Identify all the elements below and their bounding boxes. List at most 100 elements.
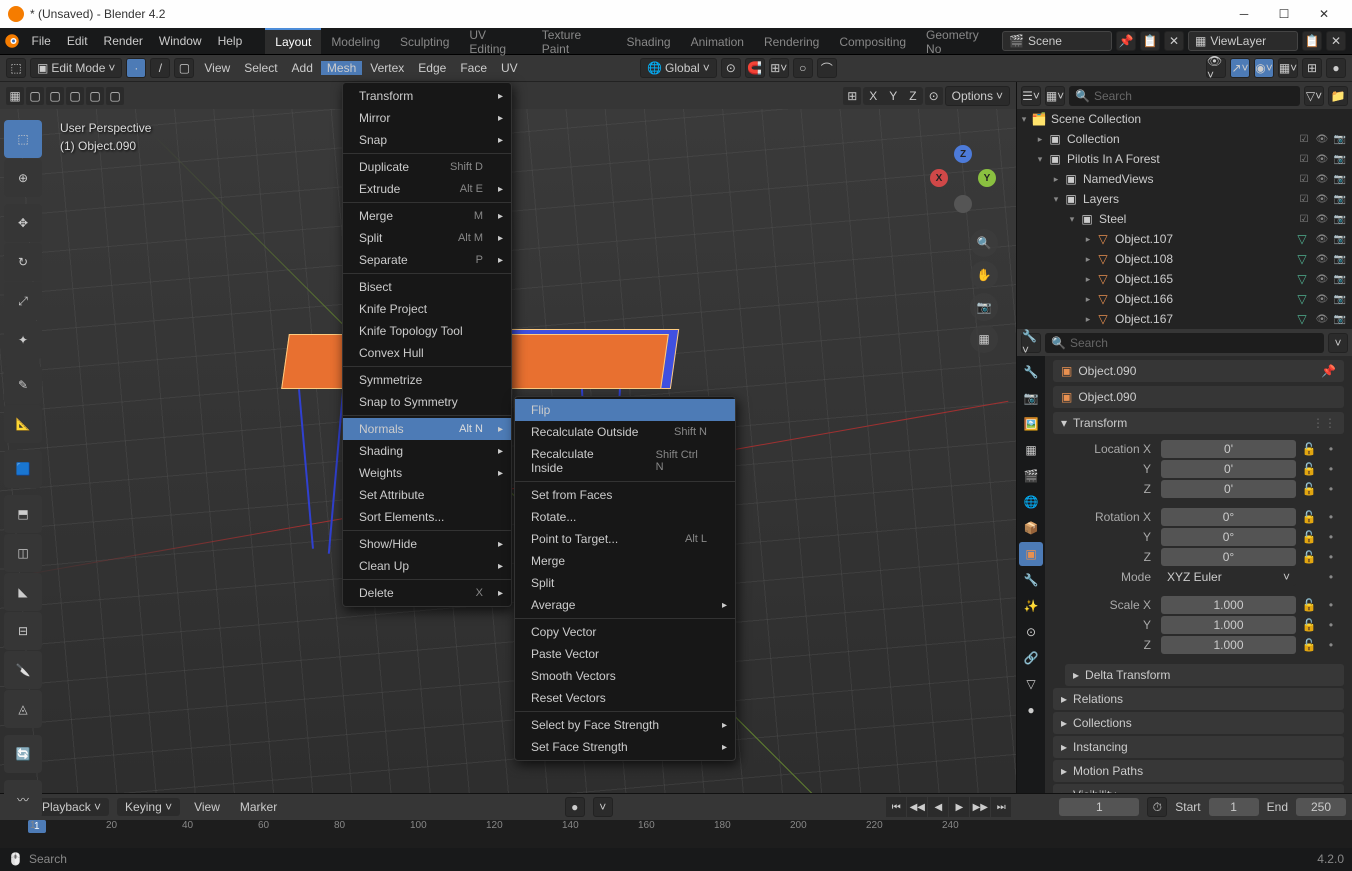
new-collection-icon[interactable]: 📁 xyxy=(1328,86,1348,106)
panel-motion-paths[interactable]: ▸ Motion Paths xyxy=(1053,760,1344,782)
tab-texture-paint[interactable]: Texture Paint xyxy=(532,28,617,54)
editor-type-icon[interactable]: ⬚ xyxy=(6,58,26,78)
overlay-icon[interactable]: ◉˅ xyxy=(1254,58,1274,78)
tab-compositing[interactable]: Compositing xyxy=(829,28,916,54)
pivot-icon[interactable]: ⊙ xyxy=(721,58,741,78)
lock-icon[interactable]: 🔓 xyxy=(1300,482,1318,496)
timeline-marker-menu[interactable]: Marker xyxy=(234,800,283,814)
add-cube-tool[interactable]: 🟦 xyxy=(4,450,42,488)
location-y-field[interactable]: 0' xyxy=(1161,460,1296,478)
disable-icon[interactable]: 📷 xyxy=(1332,191,1348,207)
object-name-field[interactable]: ▣ Object.090 xyxy=(1053,386,1344,408)
menu-item-recalculate-outside[interactable]: Recalculate OutsideShift N xyxy=(515,421,735,443)
extrude-tool[interactable]: ⬒ xyxy=(4,495,42,533)
menu-render[interactable]: Render xyxy=(96,28,151,54)
menu-item-bisect[interactable]: Bisect xyxy=(343,276,511,298)
disable-icon[interactable]: 📷 xyxy=(1332,311,1348,327)
options-dropdown[interactable]: Options ˅ xyxy=(945,86,1010,106)
gizmo-x[interactable]: X xyxy=(930,169,948,187)
transform-panel-header[interactable]: ▾ Transform ⋮⋮ xyxy=(1053,412,1344,434)
menu-item-copy-vector[interactable]: Copy Vector xyxy=(515,621,735,643)
exclude-icon[interactable]: ☑ xyxy=(1296,191,1312,207)
disable-icon[interactable]: 📷 xyxy=(1332,171,1348,187)
menu-help[interactable]: Help xyxy=(210,28,251,54)
tab-animation[interactable]: Animation xyxy=(681,28,754,54)
menu-item-snap[interactable]: Snap xyxy=(343,129,511,151)
outliner-search[interactable]: 🔍 Search xyxy=(1069,86,1300,106)
render-tab[interactable]: 📷 xyxy=(1019,386,1043,410)
physics-tab[interactable]: ⊙ xyxy=(1019,620,1043,644)
hide-icon[interactable]: 👁 xyxy=(1314,311,1330,327)
menu-item-symmetrize[interactable]: Symmetrize xyxy=(343,369,511,391)
tool-tab[interactable]: 🔧 xyxy=(1019,360,1043,384)
props-opts-icon[interactable]: ˅ xyxy=(1328,333,1348,353)
lock-icon[interactable]: 🔓 xyxy=(1300,618,1318,632)
menu-item-set-from-faces[interactable]: Set from Faces xyxy=(515,484,735,506)
minimize-button[interactable]: ─ xyxy=(1224,0,1264,28)
rotation-x-field[interactable]: 0° xyxy=(1161,508,1296,526)
panel-collections[interactable]: ▸ Collections xyxy=(1053,712,1344,734)
mode-selector[interactable]: ▣ Edit Mode ˅ xyxy=(30,58,122,78)
view-layer-selector[interactable]: ▦ ViewLayer xyxy=(1188,31,1298,51)
object-tab[interactable]: ▣ xyxy=(1019,542,1043,566)
scale-y-field[interactable]: 1.000 xyxy=(1161,616,1296,634)
new-layer-icon[interactable]: 📋 xyxy=(1302,31,1322,51)
tab-uv-editing[interactable]: UV Editing xyxy=(459,28,531,54)
exclude-icon[interactable]: ☑ xyxy=(1296,131,1312,147)
gizmo-z[interactable]: Z xyxy=(954,145,972,163)
sel-5-icon[interactable]: ▢ xyxy=(106,87,124,105)
tab-shading[interactable]: Shading xyxy=(617,28,681,54)
hide-icon[interactable]: 👁 xyxy=(1314,131,1330,147)
scale-tool[interactable]: ⤢ xyxy=(4,282,42,320)
current-frame-field[interactable]: 1 xyxy=(1059,798,1139,816)
lock-icon[interactable]: 🔓 xyxy=(1300,462,1318,476)
maximize-button[interactable]: ☐ xyxy=(1264,0,1304,28)
disable-icon[interactable]: 📷 xyxy=(1332,131,1348,147)
object-breadcrumb[interactable]: ▣ Object.090 📌 xyxy=(1053,360,1344,382)
menu-item-show-hide[interactable]: Show/Hide xyxy=(343,533,511,555)
lock-icon[interactable]: 🔓 xyxy=(1300,442,1318,456)
particle-tab[interactable]: ✨ xyxy=(1019,594,1043,618)
exclude-icon[interactable]: ☑ xyxy=(1296,151,1312,167)
menu-item-rotate---[interactable]: Rotate... xyxy=(515,506,735,528)
visibility-icon[interactable]: 👁˅ xyxy=(1206,58,1226,78)
tab-geometry-no[interactable]: Geometry No xyxy=(916,28,1002,54)
scale-x-field[interactable]: 1.000 xyxy=(1161,596,1296,614)
outliner-tree[interactable]: ▾ 🗂️ Scene Collection ▸▣Collection☑👁📷▾▣P… xyxy=(1017,109,1352,329)
gizmo-y[interactable]: Y xyxy=(978,169,996,187)
sel-3-icon[interactable]: ▢ xyxy=(66,87,84,105)
menu-item-flip[interactable]: Flip xyxy=(515,399,735,421)
tree-item[interactable]: ▸▣NamedViews☑👁📷 xyxy=(1017,169,1352,189)
props-search[interactable]: 🔍 Search xyxy=(1045,333,1324,353)
face-select-icon[interactable]: ▢ xyxy=(174,58,194,78)
editor-menu-face[interactable]: Face xyxy=(454,61,493,75)
select-box-tool[interactable]: ⬚ xyxy=(4,120,42,158)
proportional-opts-icon[interactable]: ⌒ xyxy=(817,58,837,78)
editor-menu-vertex[interactable]: Vertex xyxy=(364,61,410,75)
measure-tool[interactable]: 📐 xyxy=(4,405,42,443)
panel-instancing[interactable]: ▸ Instancing xyxy=(1053,736,1344,758)
panel-relations[interactable]: ▸ Relations xyxy=(1053,688,1344,710)
move-tool[interactable]: ✥ xyxy=(4,204,42,242)
orientation-selector[interactable]: 🌐 Global ˅ xyxy=(640,58,717,78)
menu-item-weights[interactable]: Weights xyxy=(343,462,511,484)
disable-icon[interactable]: 📷 xyxy=(1332,271,1348,287)
play-reverse-icon[interactable]: ◀ xyxy=(928,797,948,817)
data-tab[interactable]: ▽ xyxy=(1019,672,1043,696)
location-x-field[interactable]: 0' xyxy=(1161,440,1296,458)
pin-scene-icon[interactable]: 📌 xyxy=(1116,31,1136,51)
pin-icon[interactable]: 📌 xyxy=(1321,364,1336,378)
autokey-opts-icon[interactable]: ˅ xyxy=(593,797,613,817)
menu-item-paste-vector[interactable]: Paste Vector xyxy=(515,643,735,665)
gizmo-icon[interactable]: ↗˅ xyxy=(1230,58,1250,78)
menu-item-select-by-face-strength[interactable]: Select by Face Strength xyxy=(515,714,735,736)
menu-item-knife-project[interactable]: Knife Project xyxy=(343,298,511,320)
delete-layer-icon[interactable]: ✕ xyxy=(1326,31,1346,51)
location-z-field[interactable]: 0' xyxy=(1161,480,1296,498)
tree-item[interactable]: ▸▽Object.107▽👁📷 xyxy=(1017,229,1352,249)
constraint-tab[interactable]: 🔗 xyxy=(1019,646,1043,670)
menu-item-extrude[interactable]: ExtrudeAlt E xyxy=(343,178,511,200)
outliner-type-icon[interactable]: ☰˅ xyxy=(1021,86,1041,106)
menu-item-normals[interactable]: NormalsAlt N xyxy=(343,418,511,440)
tab-rendering[interactable]: Rendering xyxy=(754,28,829,54)
